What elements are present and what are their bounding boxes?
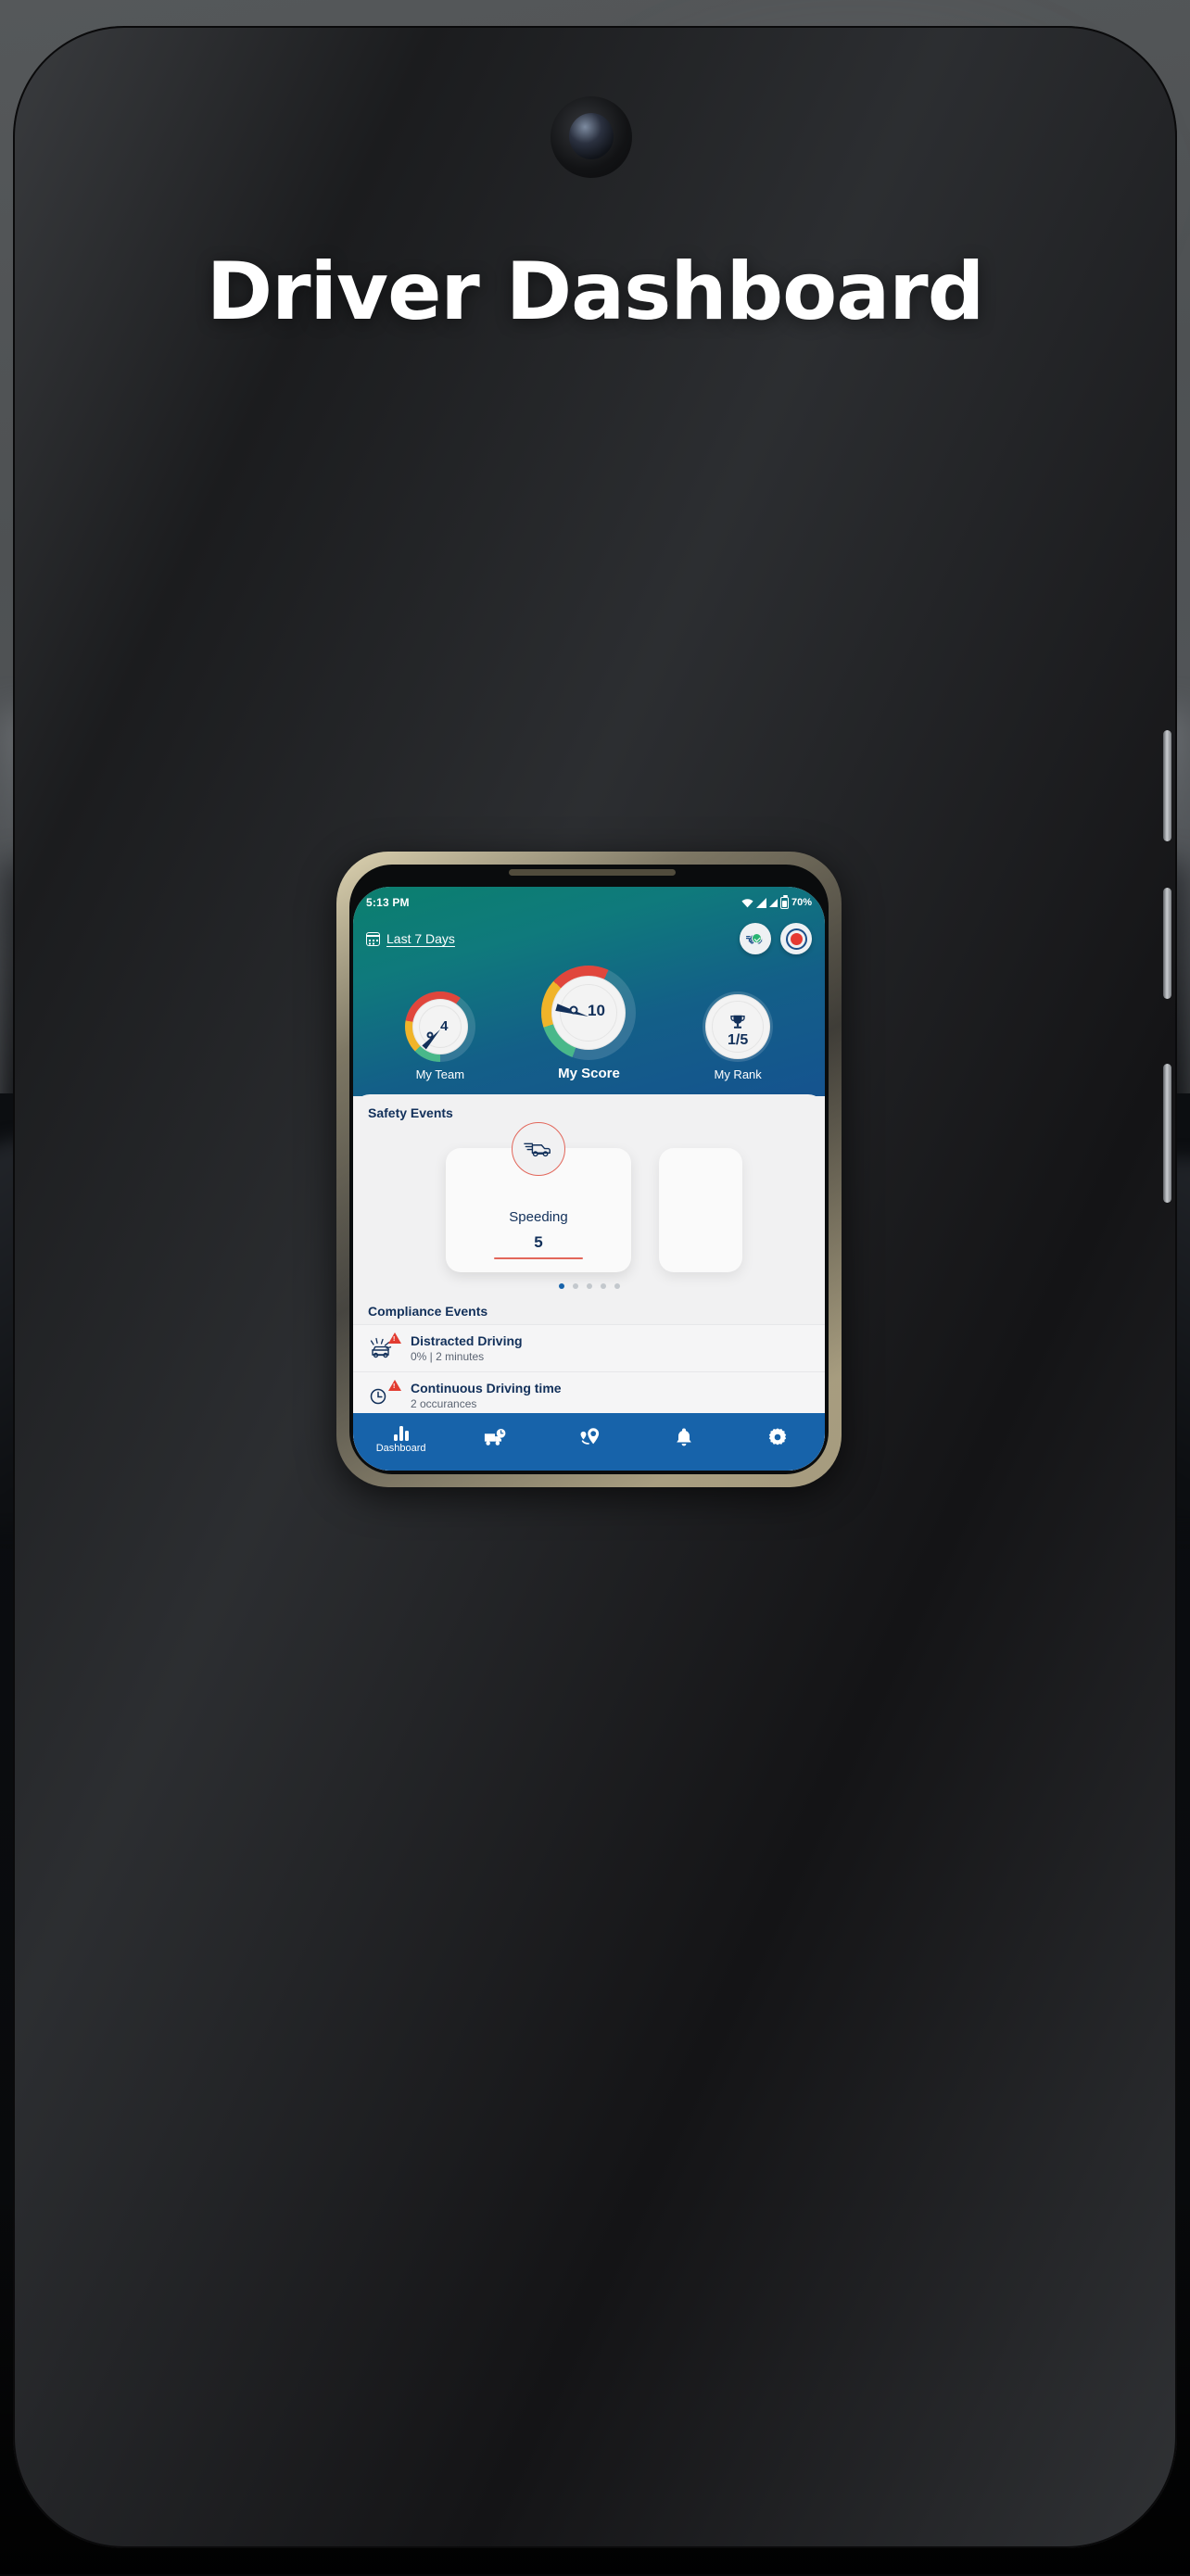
status-bar-icons: 70% bbox=[741, 894, 812, 909]
my-score-gauge: 10 bbox=[541, 966, 637, 1060]
compliance-row-distracted-driving[interactable]: Distracted Driving 0% | 2 minutes bbox=[353, 1324, 825, 1371]
compliance-row-continuous-driving[interactable]: Continuous Driving time 2 occurances bbox=[353, 1371, 825, 1419]
compliance-title: Distracted Driving bbox=[411, 1333, 523, 1348]
nav-item-trips[interactable] bbox=[472, 1428, 520, 1451]
app-screen: 5:13 PM 70% Last 7 Days 4 My Team 10 My … bbox=[353, 887, 825, 1471]
truck-clock-icon bbox=[484, 1428, 508, 1449]
gauge-my-score[interactable]: 10 My Score bbox=[541, 966, 637, 1081]
warning-icon bbox=[388, 1332, 401, 1344]
nav-item-settings[interactable] bbox=[753, 1427, 802, 1452]
speeding-car-icon bbox=[512, 1122, 565, 1176]
gauge-needle-cap bbox=[569, 1005, 578, 1015]
safety-events-carousel[interactable]: Speeding 5 bbox=[353, 1122, 825, 1293]
check-badge-icon bbox=[751, 933, 762, 943]
record-dot bbox=[790, 932, 803, 945]
phone-earpiece bbox=[509, 869, 676, 876]
calendar-icon bbox=[366, 931, 380, 946]
my-score-label: My Score bbox=[558, 1066, 620, 1081]
mounted-phone: 5:13 PM 70% Last 7 Days 4 My Team 10 My … bbox=[336, 852, 842, 1487]
wifi-icon bbox=[741, 898, 753, 907]
compliance-subtitle: 0% | 2 minutes bbox=[411, 1350, 485, 1363]
my-rank-value: 1/5 bbox=[728, 1032, 749, 1048]
battery-icon bbox=[779, 894, 789, 909]
app-body: Safety Events Speeding 5 Compliance Even… bbox=[353, 1094, 825, 1471]
front-camera-icon bbox=[551, 96, 632, 178]
signal-bars-icon-1 bbox=[755, 897, 766, 908]
clock-icon bbox=[368, 1380, 401, 1408]
gear-icon bbox=[767, 1427, 788, 1450]
carousel-dot-4[interactable] bbox=[600, 1283, 606, 1289]
map-pin-route-icon bbox=[577, 1427, 601, 1449]
gauge-my-team[interactable]: 4 My Team bbox=[404, 991, 475, 1081]
volume-up-button[interactable] bbox=[1163, 730, 1171, 841]
car-check-icon bbox=[745, 930, 766, 947]
bell-icon bbox=[675, 1427, 693, 1450]
signal-bars-icon-2 bbox=[768, 898, 778, 907]
safety-card-underline bbox=[494, 1256, 583, 1259]
my-score-value: 10 bbox=[588, 1002, 605, 1019]
camera-lens bbox=[569, 113, 614, 159]
safety-event-card-next[interactable] bbox=[659, 1148, 742, 1272]
carousel-dot-2[interactable] bbox=[572, 1283, 578, 1289]
app-header-row: Last 7 Days bbox=[366, 923, 812, 954]
gauge-my-rank[interactable]: 1/5 My Rank bbox=[703, 991, 774, 1081]
my-rank-label: My Rank bbox=[714, 1067, 762, 1081]
compliance-events-title: Compliance Events bbox=[368, 1304, 488, 1319]
status-bar: 5:13 PM 70% bbox=[366, 893, 812, 912]
compliance-title: Continuous Driving time bbox=[411, 1381, 562, 1395]
vehicle-status-button[interactable] bbox=[740, 923, 771, 954]
safety-event-card-speeding[interactable]: Speeding 5 bbox=[446, 1122, 631, 1272]
bottom-navigation-bar: Dashboard bbox=[353, 1413, 825, 1471]
page-title: Driver Dashboard bbox=[206, 246, 985, 338]
nav-label-dashboard: Dashboard bbox=[375, 1443, 426, 1454]
nav-item-locations[interactable] bbox=[565, 1427, 614, 1451]
header-actions bbox=[740, 923, 812, 954]
date-range-label: Last 7 Days bbox=[386, 931, 455, 946]
app-header: 5:13 PM 70% Last 7 Days 4 My Team 10 My … bbox=[353, 887, 825, 1096]
power-button[interactable] bbox=[1163, 1064, 1171, 1203]
bar-chart-icon bbox=[393, 1424, 409, 1441]
my-team-gauge: 4 bbox=[404, 991, 475, 1062]
nav-item-notifications[interactable] bbox=[660, 1427, 708, 1452]
compliance-subtitle: 2 occurances bbox=[411, 1397, 477, 1410]
status-bar-time: 5:13 PM bbox=[366, 896, 410, 909]
record-button[interactable] bbox=[780, 923, 812, 954]
nav-item-dashboard[interactable]: Dashboard bbox=[376, 1424, 426, 1454]
compliance-text: Distracted Driving 0% | 2 minutes bbox=[411, 1333, 523, 1363]
carousel-dot-3[interactable] bbox=[586, 1283, 592, 1289]
my-rank-gauge: 1/5 bbox=[703, 991, 774, 1062]
phone-body: 5:13 PM 70% Last 7 Days 4 My Team 10 My … bbox=[349, 865, 829, 1474]
carousel-dot-5[interactable] bbox=[614, 1283, 620, 1289]
carousel-pagination[interactable] bbox=[353, 1283, 825, 1289]
safety-card-title: Speeding bbox=[509, 1208, 568, 1225]
gauge-needle-cap bbox=[426, 1031, 434, 1039]
my-team-label: My Team bbox=[415, 1067, 465, 1081]
gauge-hub: 1/5 bbox=[705, 994, 771, 1059]
battery-level-label: 70% bbox=[791, 897, 812, 908]
gauge-hub: 4 bbox=[411, 999, 468, 1054]
record-icon bbox=[785, 928, 807, 950]
carousel-dot-1[interactable] bbox=[558, 1283, 564, 1289]
score-gauges-row: 4 My Team 10 My Score 1/5 My Rank bbox=[366, 954, 812, 1096]
sheet-handle bbox=[575, 1094, 603, 1103]
trophy-icon bbox=[730, 1015, 745, 1029]
volume-down-button[interactable] bbox=[1163, 888, 1171, 999]
distracted-driving-icon bbox=[368, 1332, 401, 1361]
safety-card-value: 5 bbox=[534, 1232, 543, 1251]
warning-icon bbox=[388, 1380, 401, 1391]
compliance-text: Continuous Driving time 2 occurances bbox=[411, 1381, 562, 1410]
date-range-filter[interactable]: Last 7 Days bbox=[366, 931, 455, 946]
